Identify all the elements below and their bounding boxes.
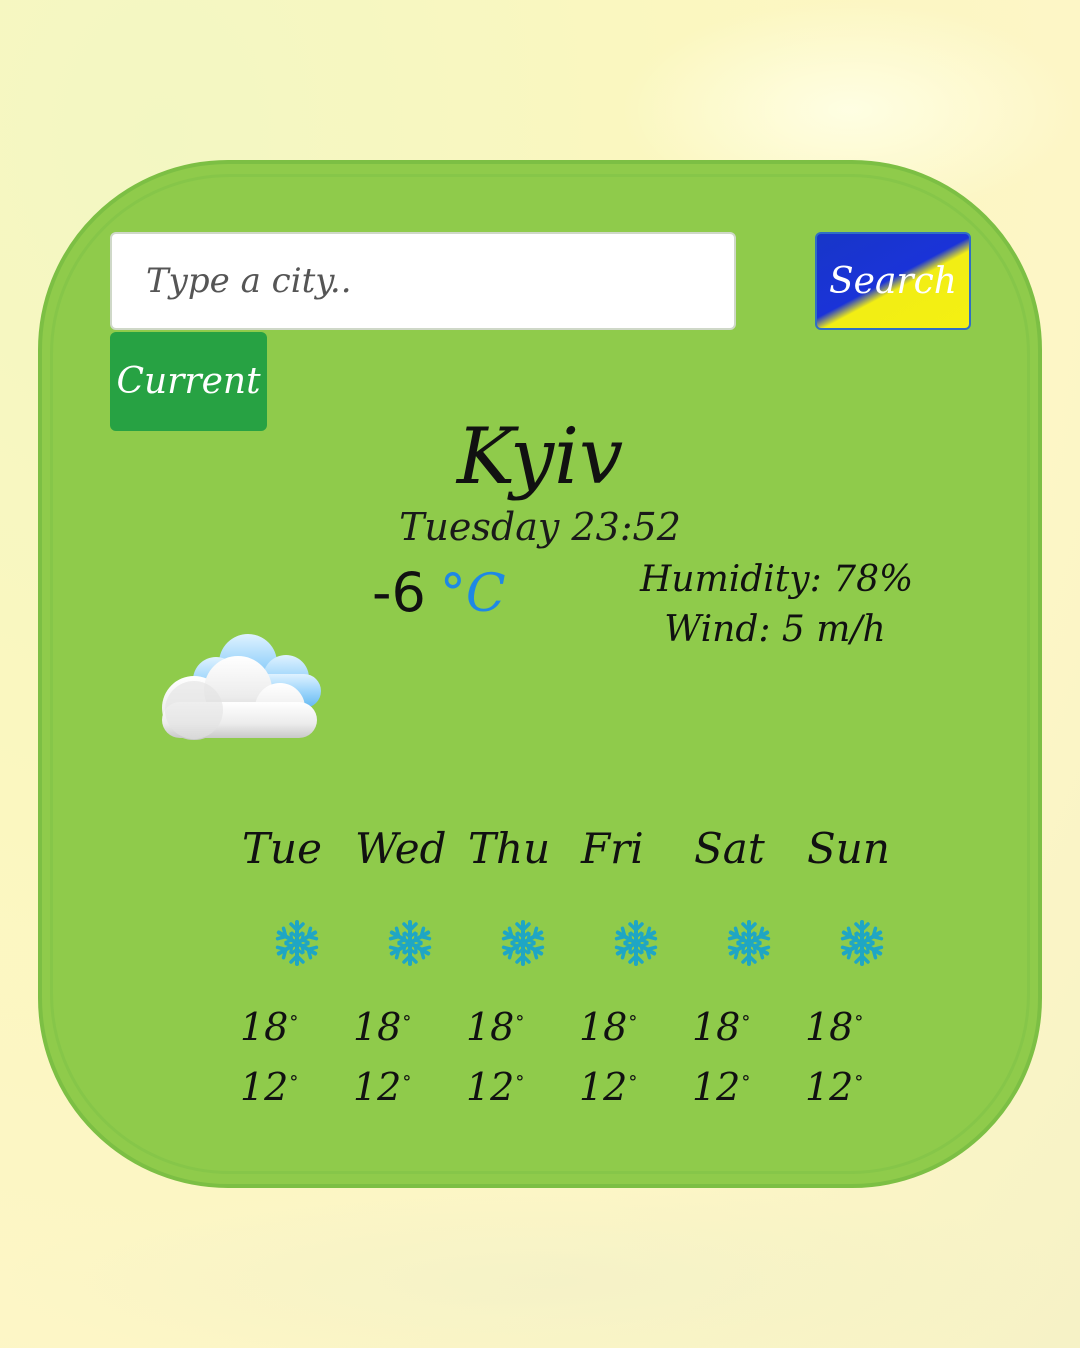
max-temp-value: 18 bbox=[805, 1005, 854, 1049]
forecast-min-temp: 12° bbox=[466, 1068, 524, 1106]
max-temp-value: 18 bbox=[466, 1005, 515, 1049]
temperature-value: -6 bbox=[372, 561, 426, 624]
snowflake-icon bbox=[840, 920, 884, 966]
forecast-max-temp: 18° bbox=[466, 1008, 524, 1046]
degree-symbol: ° bbox=[402, 1012, 412, 1033]
forecast-max-temp: 18° bbox=[240, 1008, 298, 1046]
forecast-day: Sun 18° 12° bbox=[801, 828, 914, 1118]
humidity: Humidity: 78% bbox=[640, 559, 914, 600]
forecast-day-name: Wed bbox=[355, 824, 447, 873]
max-temp-value: 18 bbox=[579, 1005, 628, 1049]
min-temp-value: 12 bbox=[692, 1065, 741, 1109]
forecast-day-name: Tue bbox=[242, 824, 322, 873]
forecast-day-name: Fri bbox=[581, 824, 644, 873]
current-location-button[interactable]: Current bbox=[110, 332, 267, 431]
degree-symbol: ° bbox=[515, 1072, 525, 1093]
min-temp-value: 12 bbox=[805, 1065, 854, 1109]
min-temp-value: 12 bbox=[466, 1065, 515, 1109]
degree-symbol: ° bbox=[628, 1012, 638, 1033]
wind-speed: Wind: 5 m/h bbox=[664, 609, 886, 650]
forecast-day: Tue 18° 12° bbox=[236, 828, 349, 1118]
max-temp-value: 18 bbox=[353, 1005, 402, 1049]
cloud-icon bbox=[162, 634, 321, 740]
degree-symbol: ° bbox=[515, 1012, 525, 1033]
forecast-max-temp: 18° bbox=[353, 1008, 411, 1046]
snowflake-icon bbox=[275, 920, 319, 966]
min-temp-value: 12 bbox=[240, 1065, 289, 1109]
forecast-day: Thu 18° 12° bbox=[462, 828, 575, 1118]
forecast-min-temp: 12° bbox=[692, 1068, 750, 1106]
snowflake-icon bbox=[727, 920, 771, 966]
forecast-day-name: Sun bbox=[807, 824, 890, 873]
degree-symbol: ° bbox=[289, 1012, 299, 1033]
forecast-day: Fri 18° 12° bbox=[575, 828, 688, 1118]
degree-symbol: ° bbox=[289, 1072, 299, 1093]
forecast-max-temp: 18° bbox=[692, 1008, 750, 1046]
background-glow bbox=[0, 1180, 1080, 1348]
forecast-day: Sat 18° 12° bbox=[688, 828, 801, 1118]
forecast-min-temp: 12° bbox=[353, 1068, 411, 1106]
city-name: Kyiv bbox=[456, 412, 624, 502]
forecast-min-temp: 12° bbox=[240, 1068, 298, 1106]
max-temp-value: 18 bbox=[692, 1005, 741, 1049]
degree-symbol: ° bbox=[854, 1012, 864, 1033]
forecast-min-temp: 12° bbox=[805, 1068, 863, 1106]
forecast-day: Wed 18° 12° bbox=[349, 828, 462, 1118]
min-temp-value: 12 bbox=[579, 1065, 628, 1109]
current-temperature: -6 °C bbox=[372, 566, 506, 621]
forecast-max-temp: 18° bbox=[805, 1008, 863, 1046]
degree-symbol: ° bbox=[854, 1072, 864, 1093]
forecast-row: Tue 18° 12° Wed 18° 12° Thu 18° 12° Fri 18° 12° Sat 1… bbox=[236, 828, 916, 1128]
forecast-day-name: Sat bbox=[694, 824, 765, 873]
forecast-day-name: Thu bbox=[468, 824, 551, 873]
forecast-max-temp: 18° bbox=[579, 1008, 637, 1046]
snowflake-icon bbox=[614, 920, 658, 966]
snowflake-icon bbox=[501, 920, 545, 966]
celsius-unit-link[interactable]: °C bbox=[440, 564, 506, 624]
min-temp-value: 12 bbox=[353, 1065, 402, 1109]
city-search-input[interactable] bbox=[110, 232, 736, 330]
forecast-min-temp: 12° bbox=[579, 1068, 637, 1106]
snowflake-icon bbox=[388, 920, 432, 966]
degree-symbol: ° bbox=[402, 1072, 412, 1093]
search-button[interactable]: Search bbox=[815, 232, 971, 330]
current-datetime: Tuesday 23:52 bbox=[399, 505, 681, 549]
degree-symbol: ° bbox=[741, 1012, 751, 1033]
degree-symbol: ° bbox=[741, 1072, 751, 1093]
degree-symbol: ° bbox=[628, 1072, 638, 1093]
max-temp-value: 18 bbox=[240, 1005, 289, 1049]
